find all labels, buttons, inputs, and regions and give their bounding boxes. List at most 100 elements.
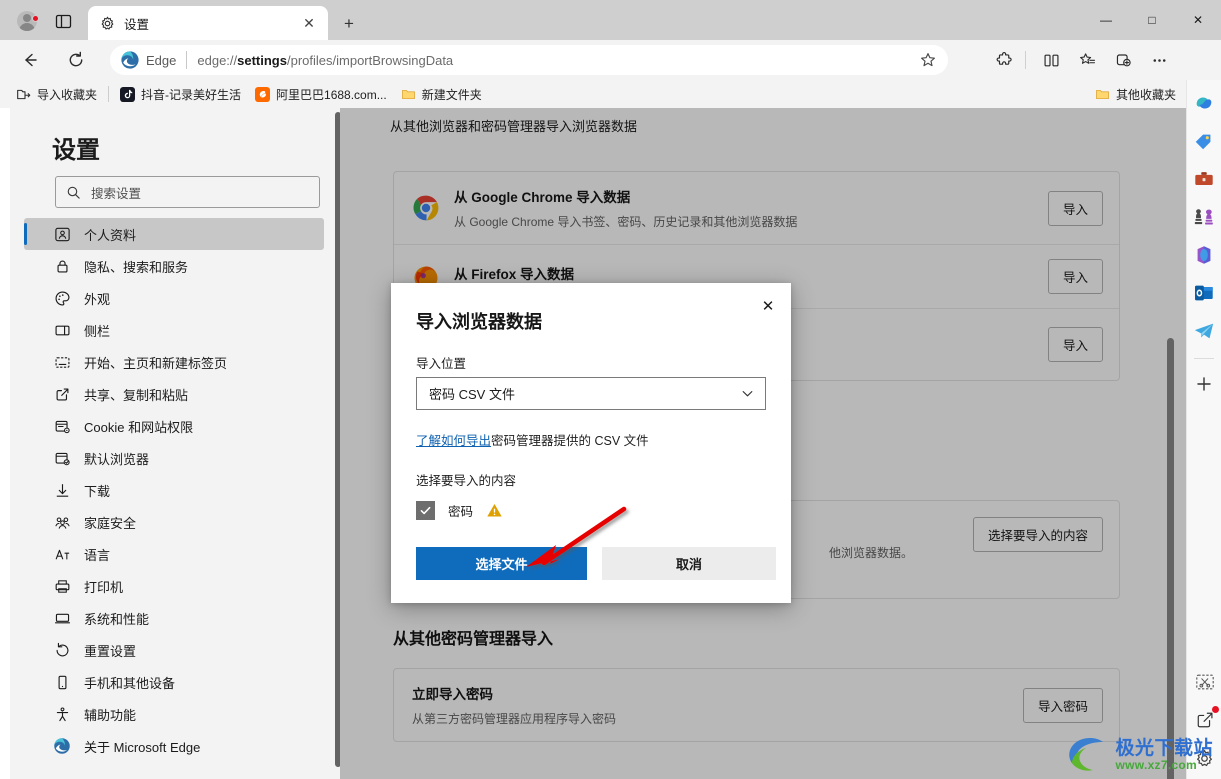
phone-icon	[53, 673, 71, 691]
telegram-icon[interactable]	[1191, 318, 1217, 344]
reload-icon	[69, 51, 83, 67]
popout-icon[interactable]	[1192, 706, 1219, 733]
search-placeholder: 搜索设置	[91, 186, 142, 201]
bookmarks-bar-right: 其他收藏夹	[1088, 83, 1183, 105]
sidebar-item-printers[interactable]: 打印机	[24, 570, 324, 602]
system-icon	[53, 609, 71, 627]
sidebar-item-share[interactable]: 共享、复制和粘贴	[24, 378, 324, 410]
bookmark-label: 阿里巴巴1688.com...	[276, 87, 387, 102]
sidebar-item-sidebar[interactable]: 侧栏	[24, 314, 324, 346]
content-scrollbar[interactable]	[1167, 338, 1174, 779]
back-button[interactable]	[14, 45, 46, 75]
collections-button[interactable]	[1107, 45, 1139, 75]
profile-icon	[53, 225, 71, 243]
sidebar-item-phone-devices[interactable]: 手机和其他设备	[24, 666, 324, 698]
import-location-value: 密码 CSV 文件	[429, 387, 515, 402]
maximize-button[interactable]: □	[1129, 0, 1175, 40]
cancel-button[interactable]: 取消	[602, 547, 776, 580]
bookmark-import-favorites[interactable]: 导入收藏夹	[9, 83, 104, 105]
sidebar-item-languages[interactable]: 语言	[24, 538, 324, 570]
popout-notification-dot	[1211, 706, 1219, 713]
ellipsis-icon	[1153, 58, 1165, 62]
outlook-icon[interactable]	[1191, 280, 1217, 306]
sidebar-item-profile[interactable]: 个人资料	[24, 218, 324, 250]
rail-divider	[1194, 358, 1214, 359]
add-sidebar-app-button[interactable]	[1191, 371, 1217, 397]
bookmark-other-favorites[interactable]: 其他收藏夹	[1088, 83, 1183, 105]
reset-icon	[53, 641, 71, 659]
sidebar-item-family-safety[interactable]: 家庭安全	[24, 506, 324, 538]
copilot-icon[interactable]	[1191, 90, 1217, 116]
tab-title: 设置	[124, 17, 150, 32]
more-options-button[interactable]	[1143, 45, 1175, 75]
sidebar-item-reset[interactable]: 重置设置	[24, 634, 324, 666]
choose-content-label: 选择要导入的内容	[416, 474, 517, 488]
shopping-tag-icon[interactable]	[1191, 128, 1217, 154]
split-screen-button[interactable]	[1035, 45, 1067, 75]
sidebar-item-label: 辅助功能	[84, 707, 137, 723]
extensions-button[interactable]	[988, 45, 1020, 75]
settings-gear-icon[interactable]	[1192, 745, 1218, 771]
profile-notification-dot	[32, 15, 39, 22]
sidebar-item-label: 侧栏	[84, 323, 111, 339]
sidebar-item-startup[interactable]: 开始、主页和新建标签页	[24, 346, 324, 378]
sidebar-item-appearance[interactable]: 外观	[24, 282, 324, 314]
favorites-button[interactable]	[1071, 45, 1103, 75]
bookmark-alibaba[interactable]: 阿里巴巴1688.com...	[248, 83, 394, 105]
sidebar-item-label: 家庭安全	[84, 515, 137, 531]
accessibility-icon	[53, 705, 71, 723]
passwords-checkbox-row[interactable]: 密码	[416, 501, 503, 520]
games-icon[interactable]	[1191, 204, 1217, 230]
search-input[interactable]: 搜索设置	[55, 176, 320, 208]
printer-icon	[53, 577, 71, 595]
sidebar-item-system[interactable]: 系统和性能	[24, 602, 324, 634]
tab-actions-button[interactable]	[50, 10, 76, 32]
sidebar-item-accessibility[interactable]: 辅助功能	[24, 698, 324, 730]
address-bar[interactable]: Edge edge://settings/profiles/importBrow…	[110, 45, 948, 75]
sidebar-item-label: 系统和性能	[84, 611, 150, 627]
screenshot-icon[interactable]	[1192, 669, 1218, 695]
sidebar-item-default-browser[interactable]: 默认浏览器	[24, 442, 324, 474]
minimize-button[interactable]: —	[1083, 0, 1129, 40]
sidebar-item-downloads[interactable]: 下载	[24, 474, 324, 506]
url-bold-part: settings	[237, 52, 287, 68]
import-favorites-icon	[17, 89, 31, 99]
sidebar-item-label: 打印机	[84, 579, 124, 595]
bookmark-douyin[interactable]: 抖音-记录美好生活	[113, 83, 248, 105]
profile-button[interactable]	[12, 9, 42, 33]
choose-file-button[interactable]: 选择文件	[416, 547, 587, 580]
title-bar: 设置 ✕ + — □ ✕	[0, 0, 1221, 40]
close-button[interactable]: ✕	[1175, 0, 1221, 40]
dialog-close-button[interactable]: ✕	[753, 291, 783, 321]
edge-sidebar-rail	[1186, 80, 1221, 779]
sidebar-item-privacy[interactable]: 隐私、搜索和服务	[24, 250, 324, 282]
settings-sidebar: 设置 搜索设置 个人资料 隐私、搜索和服务 外观 侧栏 开始、主页和新建标签页 …	[10, 108, 340, 779]
passwords-checkbox[interactable]	[416, 501, 435, 520]
sidebar-item-label: 关于 Microsoft Edge	[84, 739, 201, 755]
bookmark-new-folder[interactable]: 新建文件夹	[394, 83, 489, 105]
split-screen-icon	[1043, 54, 1059, 66]
reload-button[interactable]	[60, 45, 92, 75]
new-tab-button[interactable]: +	[337, 11, 361, 35]
collections-icon	[1116, 53, 1131, 66]
bookmarks-divider	[108, 86, 110, 102]
tools-briefcase-icon[interactable]	[1191, 166, 1217, 192]
sidebar-item-label: 默认浏览器	[84, 451, 150, 467]
add-favorite-button[interactable]	[914, 47, 942, 73]
microsoft365-icon[interactable]	[1191, 242, 1217, 268]
bookmark-label: 抖音-记录美好生活	[141, 87, 242, 102]
alibaba-icon	[255, 86, 271, 102]
address-url-text: edge://settings/profiles/importBrowsingD…	[197, 53, 914, 68]
gear-icon	[101, 16, 114, 30]
page-title: 设置	[52, 137, 100, 164]
import-browser-data-dialog: ✕ 导入浏览器数据 导入位置 密码 CSV 文件 了解如何导出密码管理器提供的 …	[391, 283, 791, 603]
learn-how-to-export-link[interactable]: 了解如何导出	[416, 434, 491, 448]
tab-close-button[interactable]: ✕	[298, 12, 320, 34]
import-location-select[interactable]: 密码 CSV 文件	[416, 377, 766, 410]
douyin-icon	[120, 86, 136, 102]
sidebar-item-about-edge[interactable]: 关于 Microsoft Edge	[24, 730, 324, 762]
sidebar-item-cookies[interactable]: Cookie 和网站权限	[24, 410, 324, 442]
back-arrow-icon	[25, 53, 37, 67]
window-controls: — □ ✕	[1083, 0, 1221, 40]
tab-settings[interactable]: 设置 ✕	[88, 6, 328, 40]
